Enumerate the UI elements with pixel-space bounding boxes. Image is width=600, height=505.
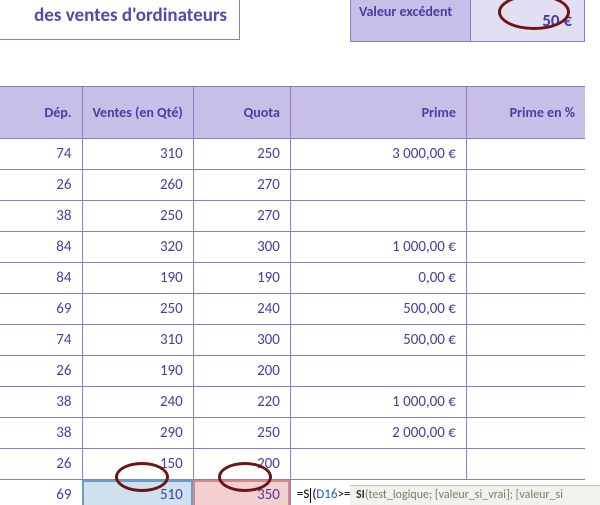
cell-dep[interactable]: 84 (0, 232, 82, 263)
cell-ventes[interactable]: 240 (82, 387, 193, 418)
col-prime-pct[interactable]: Prime en % (466, 87, 585, 139)
cell-prime-pct[interactable] (466, 325, 585, 356)
cell-quota[interactable]: 270 (193, 170, 290, 201)
table-row: 26150200 (0, 449, 585, 480)
cell-quota[interactable]: 240 (193, 294, 290, 325)
cell-prime-pct[interactable] (466, 170, 585, 201)
table-row: 743102503 000,00 € (0, 139, 585, 170)
cell-prime-pct[interactable] (466, 139, 585, 170)
cell-prime[interactable]: 0,00 € (290, 263, 466, 294)
header-row: Dép. Ventes (en Qté) Quota Prime Prime e… (0, 87, 585, 139)
cell-prime[interactable]: 1 000,00 € (290, 232, 466, 263)
cell-prime-pct[interactable] (466, 449, 585, 480)
col-quota[interactable]: Quota (193, 87, 290, 139)
cell-prime-pct[interactable] (466, 263, 585, 294)
col-ventes[interactable]: Ventes (en Qté) (82, 87, 193, 139)
cell-dep[interactable]: 69 (0, 480, 82, 505)
col-dep[interactable]: Dép. (0, 87, 82, 139)
cell-prime[interactable] (290, 356, 466, 387)
cell-ventes[interactable]: 250 (82, 294, 193, 325)
cell-quota[interactable]: 200 (193, 356, 290, 387)
cell-dep[interactable]: 38 (0, 387, 82, 418)
table-row: 382402201 000,00 € (0, 387, 585, 418)
cell-prime[interactable]: 500,00 € (290, 325, 466, 356)
table-row: 382902502 000,00 € (0, 418, 585, 449)
table-row: 74310300500,00 € (0, 325, 585, 356)
cell-prime[interactable]: 3 000,00 € (290, 139, 466, 170)
cell-prime[interactable] (290, 170, 466, 201)
page-title: des ventes d'ordinateurs (0, 0, 240, 40)
cell-prime-pct[interactable] (466, 418, 585, 449)
cell-prime[interactable]: 2 000,00 € (290, 418, 466, 449)
cell-ventes[interactable]: 310 (82, 325, 193, 356)
cell-dep[interactable]: 84 (0, 263, 82, 294)
cell-quota[interactable]: 190 (193, 263, 290, 294)
cell-ventes[interactable]: 190 (82, 263, 193, 294)
valeur-excedent-label: Valeur excédent (351, 0, 471, 41)
cell-prime[interactable] (290, 449, 466, 480)
sales-table: Dép. Ventes (en Qté) Quota Prime Prime e… (0, 86, 585, 505)
cell-ventes[interactable]: 320 (82, 232, 193, 263)
cell-dep[interactable]: 74 (0, 325, 82, 356)
cell-prime-pct[interactable] (466, 201, 585, 232)
hint-fn: SI (356, 488, 365, 502)
cell-ventes[interactable]: 190 (82, 356, 193, 387)
cell-quota[interactable]: 270 (193, 201, 290, 232)
formula-ge: >= (337, 487, 350, 502)
cell-dep[interactable]: 38 (0, 201, 82, 232)
table-row: 841901900,00 € (0, 263, 585, 294)
cell-dep[interactable]: 26 (0, 449, 82, 480)
table-row: 69250240500,00 € (0, 294, 585, 325)
cell-ventes[interactable]: 290 (82, 418, 193, 449)
cell-quota[interactable]: 300 (193, 232, 290, 263)
formula-eq: =S (297, 487, 309, 502)
cell-dep[interactable]: 38 (0, 418, 82, 449)
cell-prime-pct[interactable] (466, 387, 585, 418)
valeur-excedent-box: Valeur excédent 50 € (350, 0, 585, 42)
formula-ref-d16: D16 (316, 487, 337, 502)
cell-ventes[interactable]: 310 (82, 139, 193, 170)
table-row: 26260270 (0, 170, 585, 201)
cell-prime[interactable] (290, 201, 466, 232)
cell-dep[interactable]: 74 (0, 139, 82, 170)
cell-prime[interactable]: 1 000,00 € (290, 387, 466, 418)
cell-prime-pct[interactable] (466, 294, 585, 325)
cell-dep[interactable]: 69 (0, 294, 82, 325)
col-prime[interactable]: Prime (290, 87, 466, 139)
cell-quota-selected[interactable]: 350 (193, 480, 290, 505)
cell-dep[interactable]: 26 (0, 356, 82, 387)
cell-quota[interactable]: 250 (193, 418, 290, 449)
cell-quota[interactable]: 220 (193, 387, 290, 418)
cell-prime-pct[interactable] (466, 356, 585, 387)
cell-prime-pct[interactable] (466, 232, 585, 263)
cell-ventes[interactable]: 150 (82, 449, 193, 480)
table-row: 843203001 000,00 € (0, 232, 585, 263)
cell-dep[interactable]: 26 (0, 170, 82, 201)
cell-quota[interactable]: 200 (193, 449, 290, 480)
cell-ventes-selected[interactable]: 510 (82, 480, 193, 505)
cell-quota[interactable]: 300 (193, 325, 290, 356)
valeur-excedent-value[interactable]: 50 € (471, 0, 584, 41)
table-row: 26190200 (0, 356, 585, 387)
table-row: 38250270 (0, 201, 585, 232)
cell-ventes[interactable]: 250 (82, 201, 193, 232)
cell-quota[interactable]: 250 (193, 139, 290, 170)
cell-ventes[interactable]: 260 (82, 170, 193, 201)
title-text: des ventes d'ordinateurs (34, 4, 227, 27)
hint-rest: (test_logique; [valeur_si_vrai]; [valeur… (365, 488, 563, 502)
cell-prime[interactable]: 500,00 € (290, 294, 466, 325)
formula-hint: SI(test_logique; [valeur_si_vrai]; [vale… (350, 485, 600, 505)
